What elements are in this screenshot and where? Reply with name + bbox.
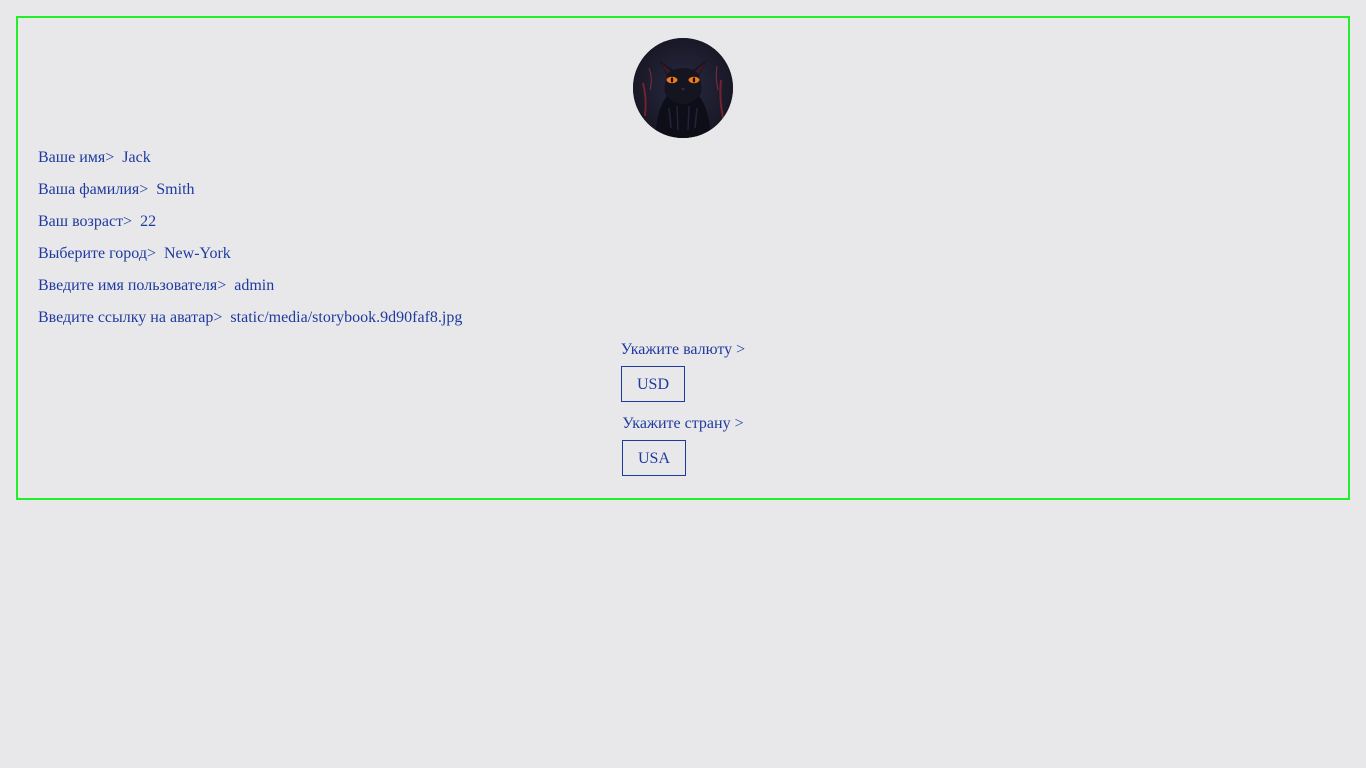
- username-label: Введите имя пользователя>: [38, 277, 227, 294]
- last-name-label: Ваша фамилия>: [38, 181, 149, 198]
- city-value: New-York: [163, 245, 231, 262]
- first-name-value: Jack: [122, 149, 151, 166]
- last-name-value: Smith: [156, 181, 195, 198]
- field-username: Введите имя пользователя> admin: [38, 275, 274, 297]
- age-value: 22: [140, 213, 157, 230]
- field-first-name: Ваше имя> Jack: [38, 147, 151, 169]
- avatar-link-label: Введите ссылку на аватар>: [38, 309, 223, 326]
- field-city: Выберите город> New-York: [38, 243, 231, 265]
- field-age: Ваш возраст> 22: [38, 211, 156, 233]
- city-label: Выберите город>: [38, 245, 156, 262]
- avatar-link-value: static/media/storybook.9d90faf8.jpg: [230, 309, 463, 326]
- avatar: [633, 38, 733, 138]
- field-last-name: Ваша фамилия> Smith: [38, 179, 195, 201]
- username-value: admin: [234, 277, 275, 294]
- first-name-label: Ваше имя>: [38, 149, 115, 166]
- age-label: Ваш возраст>: [38, 213, 133, 230]
- currency-select[interactable]: USD: [621, 366, 685, 402]
- profile-card: Ваше имя> Jack Ваша фамилия> Smith Ваш в…: [16, 16, 1350, 500]
- field-avatar-link: Введите ссылку на аватар> static/media/s…: [38, 307, 462, 329]
- country-select[interactable]: USA: [622, 440, 686, 476]
- cat-avatar-icon: [633, 38, 733, 138]
- currency-label: Укажите валюту >: [620, 341, 746, 358]
- country-label: Укажите страну >: [622, 415, 744, 432]
